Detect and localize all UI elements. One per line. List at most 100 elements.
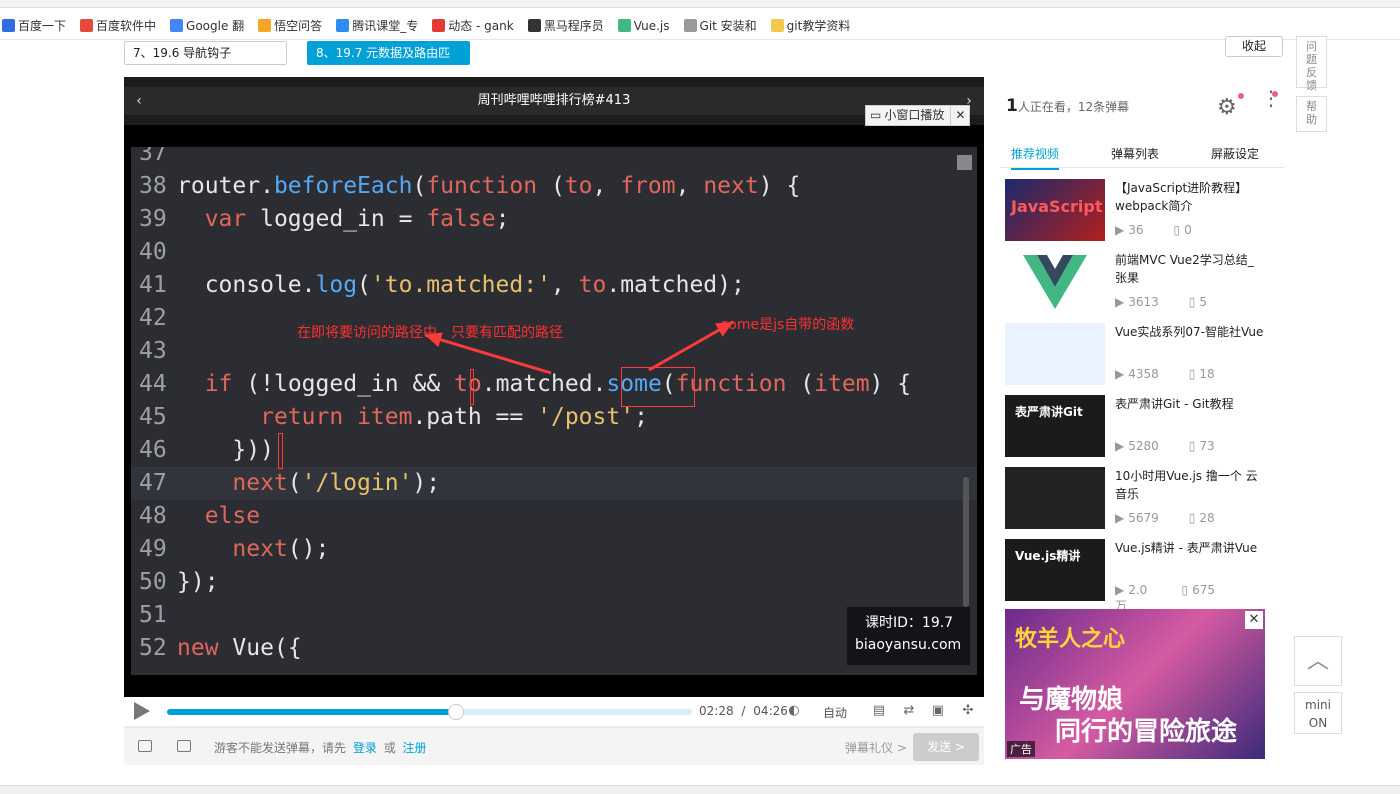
mini-label: mini — [1305, 698, 1331, 712]
player-controls: 02:28 / 04:26 ◐ 自动 ▤ ⇄ ▣ ✣ — [124, 697, 984, 727]
video-thumbnail[interactable]: 表严肃讲Git — [1005, 395, 1105, 457]
recommended-video[interactable]: 表严肃讲Git 表严肃讲Git - Git教程 ▶ 5280 ▯ 73 — [1005, 395, 1275, 457]
ad-line3: 同行的冒险旅途 — [1055, 717, 1238, 747]
video-title: 周刊哔哩哔哩排行榜#413 — [154, 87, 954, 115]
progress-bar[interactable] — [167, 704, 692, 720]
sidebar-tabs: 推荐视频 弹幕列表 屏蔽设定 — [1001, 134, 1284, 170]
tab-danmaku-list[interactable]: 弹幕列表 — [1111, 145, 1159, 162]
bookmark-icon — [170, 19, 184, 32]
video-title[interactable]: Vue实战系列07-智能社Vue — [1115, 323, 1265, 341]
ad-banner[interactable]: 牧羊人之心 与魔物娘 同行的冒险旅途 广告 ✕ — [1005, 609, 1265, 759]
bookmark-label: 腾讯课堂_专 — [352, 19, 419, 33]
collapse-button[interactable]: 收起 — [1225, 36, 1283, 57]
register-link[interactable]: 注册 — [403, 741, 427, 755]
tab-recommended[interactable]: 推荐视频 — [1011, 145, 1060, 170]
bookmark-icon — [617, 19, 631, 32]
current-time: 02:28 — [699, 704, 734, 718]
watermark-line2: biaoyansu.com — [855, 637, 962, 653]
recommended-video[interactable]: JavaScript 【JavaScript进阶教程】webpack简介 ▶ 36 ▯ 0 — [1005, 179, 1275, 241]
chevron-up-icon: ︿ — [1306, 649, 1329, 674]
video-title[interactable]: 前端MVC Vue2学习总结_张果 — [1115, 251, 1265, 287]
part-prev-button[interactable]: 7、19.6 导航钩子 — [124, 41, 287, 65]
danmaku-icon: ▯ — [1181, 583, 1189, 597]
bookmark-item[interactable]: 腾讯课堂_专 — [336, 17, 418, 34]
arrow-left — [424, 333, 552, 375]
play-count: ▶ 4358 — [1115, 367, 1159, 381]
mini-play-label: 小窗口播放 — [884, 108, 945, 122]
quality-auto[interactable]: 自动 — [823, 704, 847, 721]
bookmark-item[interactable]: 动态 - gank — [432, 17, 514, 34]
watching-count: 1人正在看，12条弹幕 — [1006, 96, 1129, 116]
danmaku-count-value: 5 — [1199, 295, 1208, 309]
bookmark-item[interactable]: 黑马程序员 — [527, 17, 604, 34]
mini-play-button[interactable]: ▭ 小窗口播放 ✕ — [865, 105, 971, 126]
danmaku-count: ▯ 73 — [1189, 439, 1245, 453]
watching-number: 1 — [1006, 96, 1018, 116]
video-thumbnail[interactable]: Vue.js精讲 — [1005, 539, 1105, 601]
play-count: ▶ 36 — [1115, 223, 1144, 237]
video-title[interactable]: 表严肃讲Git - Git教程 — [1115, 395, 1265, 413]
video-stats: ▶ 4358 ▯ 18 — [1115, 367, 1275, 381]
danmaku-count-value: 0 — [1184, 223, 1192, 237]
recommended-video[interactable]: 10小时用Vue.js 撸一个 云音乐 ▶ 5679 ▯ 28 — [1005, 467, 1275, 529]
editor-minimap-icon — [957, 155, 972, 170]
danmaku-icon[interactable]: ▤ — [871, 704, 887, 718]
recommended-video[interactable]: 前端MVC Vue2学习总结_张果 ▶ 3613 ▯ 5 — [1005, 251, 1275, 313]
play-icon: ▶ — [1115, 367, 1125, 381]
video-thumbnail[interactable] — [1005, 467, 1105, 529]
bookmark-item[interactable]: 百度软件中 — [80, 17, 156, 34]
danmaku-icon: ▯ — [1188, 367, 1196, 381]
bookmark-icon — [770, 19, 784, 32]
bookmark-item[interactable]: 百度一下 — [2, 17, 66, 34]
help-button[interactable]: 帮助 — [1296, 96, 1327, 132]
danmaku-style-icon[interactable] — [138, 740, 152, 752]
mini-on-button[interactable]: mini ON — [1294, 692, 1342, 734]
close-icon[interactable]: ✕ — [950, 106, 965, 125]
danmaku-mode-icon[interactable] — [177, 740, 191, 752]
video-stats: ▶ 36 ▯ 0 — [1115, 223, 1252, 237]
bookmark-item[interactable]: Google 翻 — [170, 17, 244, 34]
part-current-button[interactable]: 8、19.7 元数据及路由匹配 — [307, 41, 470, 82]
volume-icon[interactable]: ◐ — [786, 704, 802, 718]
play-count: ▶ 3613 — [1115, 295, 1159, 309]
tv-icon[interactable]: ▣ — [930, 704, 946, 718]
video-thumbnail[interactable] — [1005, 251, 1105, 313]
bookmark-item[interactable]: Git 安装和 — [683, 17, 757, 34]
recommended-video[interactable]: Vue.js精讲 Vue.js精讲 - 表严肃讲Vue ▶ 2.0万 ▯ 675 — [1005, 539, 1275, 613]
window-icon: ▭ — [870, 108, 882, 122]
video-thumbnail[interactable]: JavaScript — [1005, 179, 1105, 241]
feedback-button[interactable]: 问题反馈 — [1296, 36, 1327, 92]
browser-chrome-top — [0, 0, 1400, 8]
video-title[interactable]: 【JavaScript进阶教程】webpack简介 — [1115, 179, 1265, 215]
play-icon: ▶ — [1115, 439, 1125, 453]
danmaku-etiquette-link[interactable]: 弹幕礼仪 > — [845, 739, 907, 756]
video-stats: ▶ 5679 ▯ 28 — [1115, 511, 1275, 525]
bookmark-item[interactable]: 悟空问答 — [258, 17, 322, 34]
login-link[interactable]: 登录 — [353, 741, 377, 755]
loop-icon[interactable]: ⇄ — [901, 704, 917, 718]
code-scrollbar[interactable] — [963, 477, 969, 607]
scroll-top-button[interactable]: ︿ — [1294, 636, 1342, 686]
video-title[interactable]: Vue.js精讲 - 表严肃讲Vue — [1115, 539, 1265, 557]
on-label: ON — [1308, 716, 1328, 730]
tab-block-settings[interactable]: 屏蔽设定 — [1211, 145, 1259, 162]
video-thumbnail[interactable] — [1005, 323, 1105, 385]
recommended-video[interactable]: Vue实战系列07-智能社Vue ▶ 4358 ▯ 18 — [1005, 323, 1275, 385]
video-player[interactable]: ‹ 周刊哔哩哔哩排行榜#413 › ▭ 小窗口播放 ✕ 37 38 router.b… — [124, 77, 984, 697]
danmaku-message: 游客不能发送弹幕，请先 登录 或 注册 — [214, 739, 427, 756]
video-title[interactable]: 10小时用Vue.js 撸一个 云音乐 — [1115, 467, 1265, 503]
send-button[interactable]: 发送 > — [913, 733, 979, 761]
bookmark-item[interactable]: Vue.js — [617, 19, 670, 33]
prev-arrow-icon[interactable]: ‹ — [124, 87, 154, 115]
more-icon[interactable]: ⋮ — [1261, 88, 1281, 108]
fullscreen-icon[interactable]: ✣ — [960, 704, 976, 718]
notification-dot — [1238, 93, 1244, 99]
time-separator: / — [741, 704, 746, 718]
video-stats: ▶ 5280 ▯ 73 — [1115, 439, 1275, 453]
gear-icon[interactable]: ⚙ — [1217, 95, 1237, 120]
bookmark-item[interactable]: git教学资料 — [770, 17, 850, 34]
progress-knob[interactable] — [447, 704, 464, 720]
close-icon[interactable]: ✕ — [1245, 611, 1263, 629]
play-icon[interactable] — [134, 702, 150, 720]
danmaku-count: ▯ 28 — [1189, 511, 1245, 525]
